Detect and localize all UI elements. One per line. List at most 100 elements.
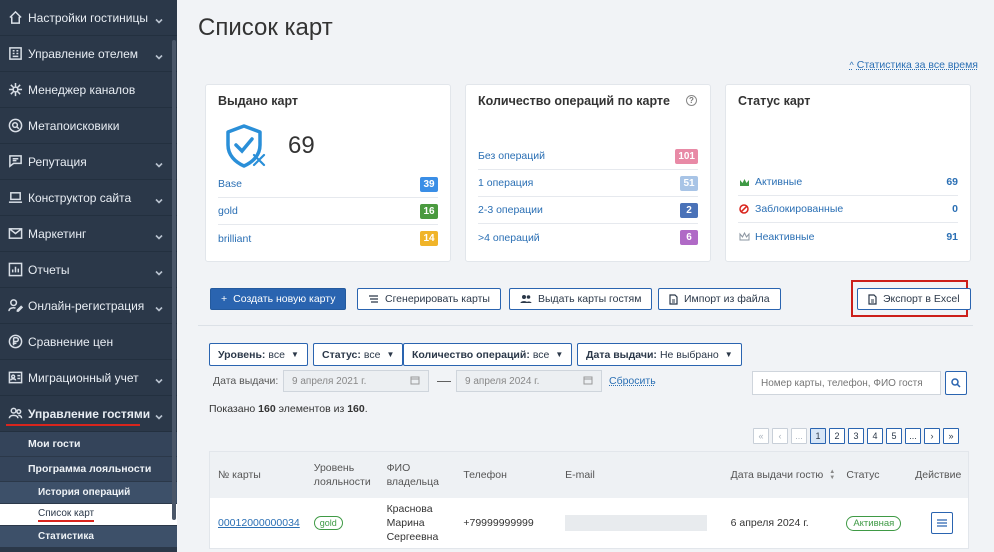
col-header-action: Действие — [915, 468, 962, 481]
level-filter-dropdown[interactable]: Уровень: все ▼ — [209, 343, 308, 366]
count-badge: 2 — [680, 202, 698, 218]
sidebar-item-9[interactable]: Сравнение цен — [0, 324, 177, 360]
date-from-value: 9 апреля 2021 г. — [292, 375, 367, 387]
page-button[interactable]: › — [924, 428, 940, 444]
col-header-owner: ФИО владельца — [386, 461, 439, 488]
sidebar-item-8[interactable]: Онлайн-регистрация — [0, 288, 177, 324]
col-header-issue-date[interactable]: Дата выдачи гостю ▲ ▼ — [723, 468, 839, 482]
generate-cards-button[interactable]: Сгенерировать карты — [357, 288, 501, 310]
sidebar-item-10[interactable]: Миграционный учет — [0, 360, 177, 396]
page-button[interactable]: 3 — [848, 428, 864, 444]
page-button[interactable]: « — [753, 428, 769, 444]
reset-filters-link[interactable]: Сбросить — [609, 375, 656, 387]
blocked-icon — [738, 203, 750, 215]
pagination: «‹... 1 2 3 4 5... ›» — [753, 428, 959, 444]
filter-label: Статус: — [322, 348, 361, 361]
sidebar-item-1[interactable]: Управление отелем — [0, 36, 177, 72]
card-status-row[interactable]: Заблокированные 0 — [738, 196, 958, 223]
chevron-down-icon: ▼ — [386, 350, 395, 359]
sidebar-subitem-statistics[interactable]: Статистика — [0, 526, 177, 548]
import-file-button[interactable]: Импорт из файла — [658, 288, 781, 310]
status-label: Неактивные — [755, 230, 815, 243]
cards-issued-row[interactable]: gold 16 — [218, 198, 438, 225]
sidebar-item-5[interactable]: Конструктор сайта — [0, 180, 177, 216]
sidebar-item-0[interactable]: Настройки гостиницы — [0, 0, 177, 36]
page-button[interactable]: 4 — [867, 428, 883, 444]
chevron-down-icon — [155, 230, 163, 240]
date-filter-dropdown[interactable]: Дата выдачи: Не выбрано ▼ — [577, 343, 742, 366]
row-label: Base — [218, 178, 242, 190]
section-divider — [198, 325, 973, 326]
sidebar-subitem-operations-history[interactable]: История операций — [0, 482, 177, 504]
statistics-all-time-link[interactable]: ^ Статистика за все время — [850, 59, 979, 71]
chevron-down-icon: ▼ — [555, 350, 564, 359]
export-excel-button[interactable]: Экспорт в Excel — [857, 288, 971, 310]
page-button[interactable]: » — [943, 428, 959, 444]
plus-icon: + — [221, 293, 228, 305]
question-icon[interactable]: ? — [686, 95, 697, 106]
sidebar-item-4[interactable]: Репутация — [0, 144, 177, 180]
date-to-input[interactable]: 9 апреля 2024 г. — [456, 370, 602, 392]
issue-cards-button[interactable]: Выдать карты гостям — [509, 288, 653, 310]
page-button[interactable]: ... — [791, 428, 807, 444]
card-status-row[interactable]: Активные 69 — [738, 169, 958, 196]
sidebar-subitem-label: Статистика — [38, 531, 94, 542]
sidebar-item-2[interactable]: Менеджер каналов — [0, 72, 177, 108]
sidebar-subitem-label: История операций — [38, 487, 131, 498]
date-from-input[interactable]: 9 апреля 2021 г. — [283, 370, 429, 392]
operations-title: Количество операций по карте? — [478, 94, 698, 108]
sidebar-scrollbar[interactable] — [172, 40, 176, 520]
sidebar-item-7[interactable]: Отчеты — [0, 252, 177, 288]
card-status-row[interactable]: Неактивные 91 — [738, 223, 958, 250]
network-icon — [7, 82, 23, 98]
status-count: 91 — [946, 230, 958, 243]
sidebar-subitem-cards-list[interactable]: Список карт — [0, 504, 177, 526]
filter-value: все — [268, 348, 285, 361]
chevron-down-icon — [155, 266, 163, 276]
page-button[interactable]: 1 — [810, 428, 826, 444]
sidebar-item-3[interactable]: Метапоисковики — [0, 108, 177, 144]
sidebar-item-6[interactable]: Маркетинг — [0, 216, 177, 252]
page-title: Список карт — [198, 14, 333, 41]
col-header-level: Уровень лояльности — [313, 461, 371, 488]
operations-row[interactable]: Без операций 101 — [478, 143, 698, 170]
page-button[interactable]: 5 — [886, 428, 902, 444]
sidebar-subitem-loyalty[interactable]: Программа лояльности — [0, 457, 177, 482]
status-filter-dropdown[interactable]: Статус: все ▼ — [313, 343, 404, 366]
sidebar-item-11[interactable]: Управление гостями — [0, 396, 177, 432]
filter-value: Не выбрано — [659, 348, 719, 361]
chevron-down-icon — [155, 374, 163, 384]
users-icon — [7, 406, 23, 422]
page-button[interactable]: ‹ — [772, 428, 788, 444]
sidebar-item-label: Менеджер каналов — [28, 82, 136, 97]
chevron-down-icon: ▼ — [724, 350, 733, 359]
page-button[interactable]: ... — [905, 428, 921, 444]
operations-row[interactable]: 1 операция 51 — [478, 170, 698, 197]
cards-issued-row[interactable]: Base 39 — [218, 171, 438, 198]
status-count: 69 — [946, 176, 958, 188]
status-count: 0 — [952, 203, 958, 215]
operations-row[interactable]: >4 операций 6 — [478, 224, 698, 251]
crown-icon — [738, 176, 750, 188]
crown-outline-icon — [738, 231, 750, 243]
sidebar-subitem-my-guests[interactable]: Мои гости — [0, 432, 177, 457]
row-label: >4 операций — [478, 231, 540, 244]
page-button[interactable]: 2 — [829, 428, 845, 444]
sidebar-item-label: Маркетинг — [28, 226, 87, 241]
row-actions-button[interactable] — [930, 512, 953, 534]
count-badge: 51 — [680, 175, 698, 191]
date-range-dash: — — [437, 372, 451, 388]
import-file-label: Импорт из файла — [684, 293, 770, 305]
row-label: 2-3 операции — [478, 204, 543, 216]
search-button[interactable] — [945, 371, 967, 395]
cards-issued-row[interactable]: brilliant 14 — [218, 225, 438, 252]
phone-value: +79999999999 — [463, 516, 534, 529]
create-card-button[interactable]: + Создать новую карту — [210, 288, 347, 310]
operations-row[interactable]: 2-3 операции 2 — [478, 197, 698, 224]
card-number-link[interactable]: 00012000000034 — [218, 517, 300, 529]
operations-panel: Количество операций по карте? Без операц… — [465, 84, 711, 262]
level-badge: gold — [313, 515, 343, 530]
operations-filter-dropdown[interactable]: Количество операций: все ▼ — [403, 343, 573, 366]
search-input[interactable] — [752, 371, 941, 395]
chart-icon — [7, 262, 23, 278]
